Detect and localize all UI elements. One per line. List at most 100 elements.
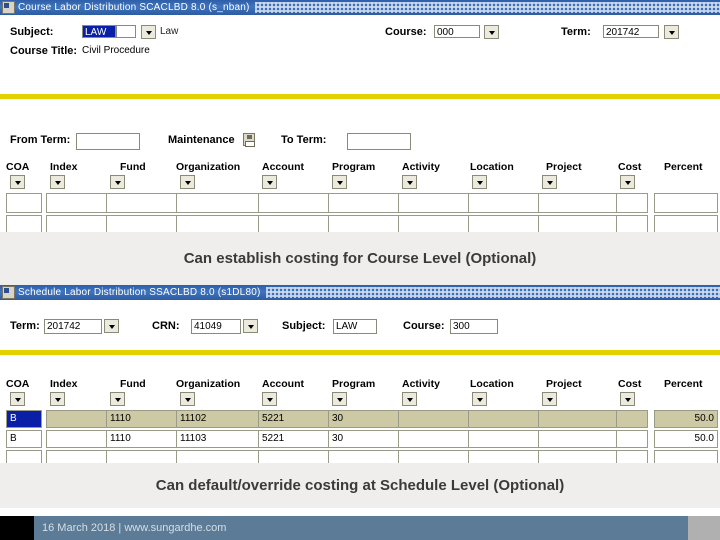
grid-cell-percent[interactable]: [654, 193, 718, 213]
column-header-project: Project: [546, 378, 582, 390]
grid-cell-fund[interactable]: 1110: [106, 410, 186, 428]
column-header-program: Program: [332, 378, 376, 390]
grid-cell-coa[interactable]: [6, 193, 42, 213]
from-term-label: From Term:: [10, 134, 71, 146]
grid-cell-cost[interactable]: [616, 410, 648, 428]
course-dropdown-icon[interactable]: [484, 25, 499, 39]
course-title-value: Civil Procedure: [82, 45, 150, 56]
footer-black-block: [0, 516, 34, 540]
schedule-subject-input[interactable]: LAW: [333, 319, 377, 334]
schedule-term-input[interactable]: 201742: [44, 319, 102, 334]
column-dropdown-project-icon[interactable]: [542, 392, 557, 406]
grid-cell-project[interactable]: [538, 430, 618, 448]
term-label: Term:: [561, 26, 591, 38]
column-header-account: Account: [262, 378, 304, 390]
grid-cell-percent[interactable]: 50.0: [654, 410, 718, 428]
grid-cell-location[interactable]: [468, 193, 548, 213]
column-dropdown-cost-icon[interactable]: [620, 175, 635, 189]
column-dropdown-index-icon[interactable]: [50, 392, 65, 406]
course-labor-distribution-window: Course Labor Distribution SCACLBD 8.0 (s…: [0, 0, 720, 103]
grid-cell-program[interactable]: 30: [328, 430, 408, 448]
subject-input[interactable]: LAW: [82, 25, 116, 38]
course-label: Course:: [385, 26, 427, 38]
window-app-icon-2: [2, 286, 15, 299]
column-header-coa: COA: [6, 378, 30, 390]
column-dropdown-activity-icon[interactable]: [402, 175, 417, 189]
schedule-term-dropdown-icon[interactable]: [104, 319, 119, 333]
column-header-cost: Cost: [618, 161, 642, 173]
column-dropdown-coa-icon[interactable]: [10, 175, 25, 189]
footer-gray-block: [688, 516, 720, 540]
grid-cell-location[interactable]: [468, 430, 548, 448]
column-header-program: Program: [332, 161, 376, 173]
grid-cell-coa[interactable]: B: [6, 430, 42, 448]
grid-cell-percent[interactable]: 50.0: [654, 430, 718, 448]
grid-cell-coa[interactable]: B: [6, 410, 42, 428]
column-dropdown-program-icon[interactable]: [332, 392, 347, 406]
column-header-index: Index: [50, 161, 78, 173]
column-dropdown-fund-icon[interactable]: [110, 392, 125, 406]
schedule-crn-label: CRN:: [152, 320, 180, 332]
column-header-fund: Fund: [120, 378, 146, 390]
column-dropdown-project-icon[interactable]: [542, 175, 557, 189]
column-header-organization: Organization: [176, 161, 241, 173]
grid-cell-cost[interactable]: [616, 193, 648, 213]
from-term-input[interactable]: [76, 133, 140, 150]
footer-bar: 16 March 2018 | www.sungardhe.com: [34, 516, 688, 540]
column-dropdown-location-icon[interactable]: [472, 175, 487, 189]
grid-cell-account[interactable]: 5221: [258, 410, 338, 428]
column-header-account: Account: [262, 161, 304, 173]
column-dropdown-account-icon[interactable]: [262, 175, 277, 189]
column-header-percent: Percent: [664, 378, 703, 390]
grid-cell-project[interactable]: [538, 410, 618, 428]
column-dropdown-organization-icon[interactable]: [180, 175, 195, 189]
column-header-coa: COA: [6, 161, 30, 173]
top-window-title: Course Labor Distribution SCACLBD 8.0 (s…: [18, 2, 250, 13]
column-dropdown-location-icon[interactable]: [472, 392, 487, 406]
bottom-window-titlebar[interactable]: Schedule Labor Distribution SSACLBD 8.0 …: [0, 285, 720, 300]
column-dropdown-cost-icon[interactable]: [620, 392, 635, 406]
column-dropdown-fund-icon[interactable]: [110, 175, 125, 189]
grid-cell-project[interactable]: [538, 193, 618, 213]
top-window-titlebar[interactable]: Course Labor Distribution SCACLBD 8.0 (s…: [0, 0, 720, 15]
schedule-crn-dropdown-icon[interactable]: [243, 319, 258, 333]
grid-cell-activity[interactable]: [398, 193, 478, 213]
column-dropdown-coa-icon[interactable]: [10, 392, 25, 406]
window-app-icon: [2, 1, 15, 14]
grid-cell-account[interactable]: [258, 193, 338, 213]
term-input[interactable]: 201742: [603, 25, 659, 38]
grid-cell-cost[interactable]: [616, 430, 648, 448]
bottom-window-title: Schedule Labor Distribution SSACLBD 8.0 …: [18, 287, 261, 298]
schedule-course-input[interactable]: 300: [450, 319, 498, 334]
grid-cell-location[interactable]: [468, 410, 548, 428]
column-dropdown-organization-icon[interactable]: [180, 392, 195, 406]
grid-cell-program[interactable]: [328, 193, 408, 213]
course-title-label: Course Title:: [10, 45, 78, 57]
subject-input-tail[interactable]: [116, 25, 136, 38]
column-header-location: Location: [470, 161, 514, 173]
caption-schedule-level-text: Can default/override costing at Schedule…: [155, 477, 565, 494]
grid-cell-fund[interactable]: [106, 193, 186, 213]
schedule-subject-label: Subject:: [282, 320, 326, 332]
subject-dropdown-icon[interactable]: [141, 25, 156, 39]
column-dropdown-index-icon[interactable]: [50, 175, 65, 189]
grid-cell-account[interactable]: 5221: [258, 430, 338, 448]
footer-text: 16 March 2018 | www.sungardhe.com: [42, 522, 227, 534]
caption-course-level-text: Can establish costing for Course Level (…: [183, 250, 537, 267]
column-dropdown-program-icon[interactable]: [332, 175, 347, 189]
grid-cell-activity[interactable]: [398, 410, 478, 428]
maintenance-icon[interactable]: [243, 133, 255, 147]
column-header-percent: Percent: [664, 161, 703, 173]
column-header-activity: Activity: [402, 161, 440, 173]
course-input[interactable]: 000: [434, 25, 480, 38]
grid-cell-program[interactable]: 30: [328, 410, 408, 428]
grid-cell-activity[interactable]: [398, 430, 478, 448]
schedule-crn-input[interactable]: 41049: [191, 319, 241, 334]
to-term-input[interactable]: [347, 133, 411, 150]
column-header-location: Location: [470, 378, 514, 390]
grid-cell-fund[interactable]: 1110: [106, 430, 186, 448]
column-dropdown-activity-icon[interactable]: [402, 392, 417, 406]
term-dropdown-icon[interactable]: [664, 25, 679, 39]
schedule-course-label: Course:: [403, 320, 445, 332]
column-dropdown-account-icon[interactable]: [262, 392, 277, 406]
